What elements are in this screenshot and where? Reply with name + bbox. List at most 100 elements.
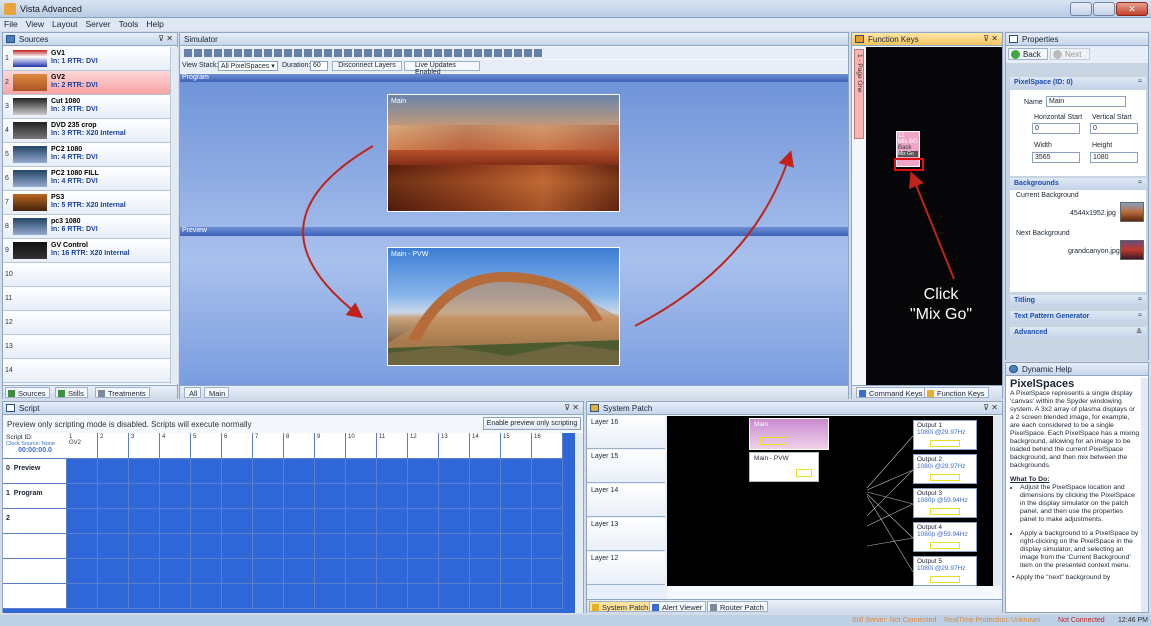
script-cell[interactable] [253, 484, 284, 509]
menu-help[interactable]: Help [142, 18, 167, 30]
script-cell[interactable] [346, 459, 377, 484]
script-cell[interactable] [377, 559, 408, 584]
section-pixelspace[interactable]: PixelSpace (ID: 0) ≈ [1010, 77, 1146, 89]
cue-header[interactable]: 7 [253, 433, 284, 459]
layer-row[interactable]: Layer 15 [587, 450, 665, 483]
script-cell[interactable] [501, 559, 532, 584]
source-item[interactable]: 9 GV Control In: 16 RTR: X20 Internal [3, 239, 170, 263]
output-box[interactable]: Output 5 1080i @29.97Hz [913, 556, 977, 586]
tab-sources[interactable]: Sources [5, 387, 50, 398]
script-cell[interactable] [284, 484, 315, 509]
script-cell[interactable] [160, 459, 191, 484]
tab-all[interactable]: All [184, 387, 202, 398]
output-box[interactable]: Output 3 1080p @59.94Hz [913, 488, 977, 518]
script-cell[interactable] [284, 584, 315, 609]
page-one-tab[interactable]: 1 - Page One [854, 49, 864, 139]
tab-main[interactable]: Main [204, 387, 230, 398]
cue-header[interactable]: 5 [191, 433, 222, 459]
script-cell[interactable] [315, 534, 346, 559]
script-cell[interactable] [377, 534, 408, 559]
script-row-label[interactable]: 2 [3, 509, 67, 534]
script-cell[interactable] [284, 459, 315, 484]
hstart-input[interactable]: 0 [1032, 123, 1080, 134]
script-row-label[interactable] [3, 584, 67, 609]
script-cell[interactable] [67, 459, 98, 484]
script-cell[interactable] [98, 534, 129, 559]
menu-layout[interactable]: Layout [48, 18, 82, 30]
script-cell[interactable] [222, 459, 253, 484]
script-cell[interactable] [129, 534, 160, 559]
script-cell[interactable] [501, 484, 532, 509]
layer-row[interactable]: Layer 12 [587, 552, 665, 585]
script-cell[interactable] [191, 484, 222, 509]
script-cell[interactable] [439, 559, 470, 584]
script-row-label[interactable] [3, 559, 67, 584]
script-cell[interactable] [160, 484, 191, 509]
panel-close-icon[interactable]: ⊽ ✕ [983, 34, 998, 43]
tab-alert-viewer[interactable]: Alert Viewer [649, 601, 707, 612]
script-cell[interactable] [346, 484, 377, 509]
output-box[interactable]: Output 2 1080i @29.97Hz [913, 454, 977, 484]
sources-scrollbar[interactable] [170, 47, 178, 384]
tab-router-patch[interactable]: Router Patch [707, 601, 768, 612]
script-cell[interactable] [129, 484, 160, 509]
tab-function-keys[interactable]: Function Keys [924, 387, 989, 398]
next-button[interactable]: Next [1050, 48, 1090, 60]
script-cell[interactable] [315, 459, 346, 484]
live-updates-button[interactable]: Live Updates Enabled [404, 61, 480, 76]
source-item-empty[interactable]: 13 [3, 335, 170, 359]
height-input[interactable]: 1080 [1090, 152, 1138, 163]
panel-close-icon[interactable]: ⊽ ✕ [158, 34, 173, 43]
script-cell[interactable] [98, 584, 129, 609]
cue-header[interactable]: 2 [98, 433, 129, 459]
script-cell[interactable] [98, 559, 129, 584]
script-cell[interactable] [408, 509, 439, 534]
source-item[interactable]: 1 GV1 In: 1 RTR: DVI [3, 47, 170, 71]
script-cell[interactable] [408, 459, 439, 484]
script-cell[interactable] [532, 534, 563, 559]
cue-header[interactable]: 6 [222, 433, 253, 459]
layer-row[interactable]: Layer 13 [587, 518, 665, 551]
cue-header[interactable]: 11 [377, 433, 408, 459]
script-cell[interactable] [191, 459, 222, 484]
cue-header[interactable]: 1 GV2 [67, 433, 98, 459]
script-cell[interactable] [470, 534, 501, 559]
help-scrollbar[interactable] [1141, 378, 1148, 612]
cue-header[interactable]: 14 [470, 433, 501, 459]
script-cell[interactable] [470, 509, 501, 534]
script-cell[interactable] [222, 584, 253, 609]
next-bg-file[interactable]: grandcanyon.jpg [1068, 248, 1120, 255]
script-cell[interactable] [191, 584, 222, 609]
script-cell[interactable] [501, 534, 532, 559]
script-cell[interactable] [67, 509, 98, 534]
patch-scrollbar[interactable] [993, 416, 1001, 586]
script-cell[interactable] [346, 584, 377, 609]
script-cell[interactable] [253, 459, 284, 484]
current-bg-thumbnail[interactable] [1120, 202, 1144, 222]
source-item[interactable]: 2 GV2 In: 2 RTR: DVI [3, 71, 170, 95]
script-cell[interactable] [129, 559, 160, 584]
script-cell[interactable] [439, 459, 470, 484]
script-cell[interactable] [532, 484, 563, 509]
script-cell[interactable] [470, 459, 501, 484]
cue-header[interactable]: 16 [532, 433, 563, 459]
source-item-empty[interactable]: 10 [3, 263, 170, 287]
script-cell[interactable] [253, 584, 284, 609]
script-cell[interactable] [67, 559, 98, 584]
cue-header[interactable]: 4 [160, 433, 191, 459]
script-cell[interactable] [439, 534, 470, 559]
source-item[interactable]: 3 Cut 1080 In: 3 RTR: DVI [3, 95, 170, 119]
source-item-empty[interactable]: 11 [3, 287, 170, 311]
script-cell[interactable] [315, 584, 346, 609]
script-cell[interactable] [222, 509, 253, 534]
vstart-input[interactable]: 0 [1090, 123, 1138, 134]
menu-file[interactable]: File [0, 18, 22, 30]
tab-treatments[interactable]: Treatments [95, 387, 150, 398]
source-item[interactable]: 5 PC2 1080 In: 4 RTR: DVI [3, 143, 170, 167]
menu-tools[interactable]: Tools [115, 18, 143, 30]
layer-row[interactable]: Layer 16 [587, 416, 665, 449]
script-cell[interactable] [315, 484, 346, 509]
cue-header[interactable]: 3 [129, 433, 160, 459]
next-bg-thumbnail[interactable] [1120, 240, 1144, 260]
script-cell[interactable] [532, 509, 563, 534]
